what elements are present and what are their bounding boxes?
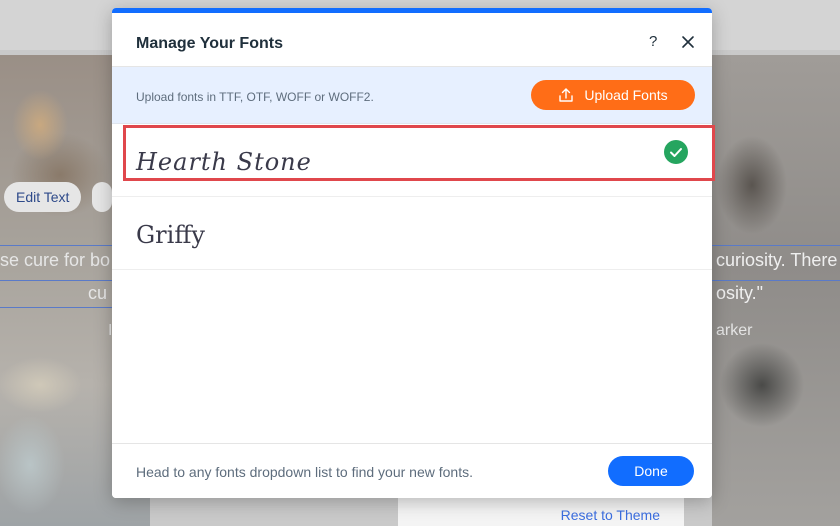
- dialog-footer: Head to any fonts dropdown list to find …: [112, 443, 712, 498]
- quote-text-left: se cure for bo: [0, 250, 111, 270]
- help-icon[interactable]: ?: [649, 33, 657, 50]
- selection-line: [0, 280, 112, 281]
- manage-fonts-dialog: Manage Your Fonts ? Upload fonts in TTF,…: [112, 8, 712, 498]
- dialog-header: Manage Your Fonts ?: [112, 13, 712, 67]
- toolbar-button-partial[interactable]: [92, 182, 112, 212]
- upload-bar: Upload fonts in TTF, OTF, WOFF or WOFF2.…: [112, 67, 712, 124]
- upload-fonts-label: Upload Fonts: [584, 87, 668, 103]
- upload-hint-text: Upload fonts in TTF, OTF, WOFF or WOFF2.: [136, 90, 374, 104]
- selection-line: [0, 307, 112, 308]
- quote-text-right-line2: osity.": [716, 283, 764, 303]
- reset-to-theme-panel: Reset to Theme: [398, 498, 684, 526]
- selection-line: [712, 280, 840, 281]
- font-list-item-hearth-stone[interactable]: Hearth Stone: [112, 124, 712, 197]
- quote-text-right: curiosity. There: [716, 250, 838, 270]
- font-name: Hearth Stone: [136, 148, 312, 176]
- font-list-item-griffy[interactable]: Griffy: [112, 197, 712, 270]
- selection-line: [0, 245, 112, 246]
- quote-author-right: arker: [716, 322, 753, 339]
- edit-text-button[interactable]: Edit Text: [4, 182, 82, 212]
- quote-text-left-line2: cu: [88, 283, 108, 303]
- done-button[interactable]: Done: [608, 456, 694, 486]
- uploaded-font-list: Hearth Stone Griffy: [112, 124, 712, 270]
- check-circle-icon: [664, 140, 688, 164]
- font-name: Griffy: [136, 221, 205, 249]
- selection-line: [712, 245, 840, 246]
- upload-icon: [558, 87, 574, 103]
- close-icon[interactable]: [680, 30, 696, 52]
- dialog-title: Manage Your Fonts: [136, 35, 283, 52]
- reset-to-theme-link[interactable]: Reset to Theme: [561, 498, 660, 526]
- footer-hint-text: Head to any fonts dropdown list to find …: [136, 464, 473, 480]
- upload-fonts-button[interactable]: Upload Fonts: [531, 80, 695, 110]
